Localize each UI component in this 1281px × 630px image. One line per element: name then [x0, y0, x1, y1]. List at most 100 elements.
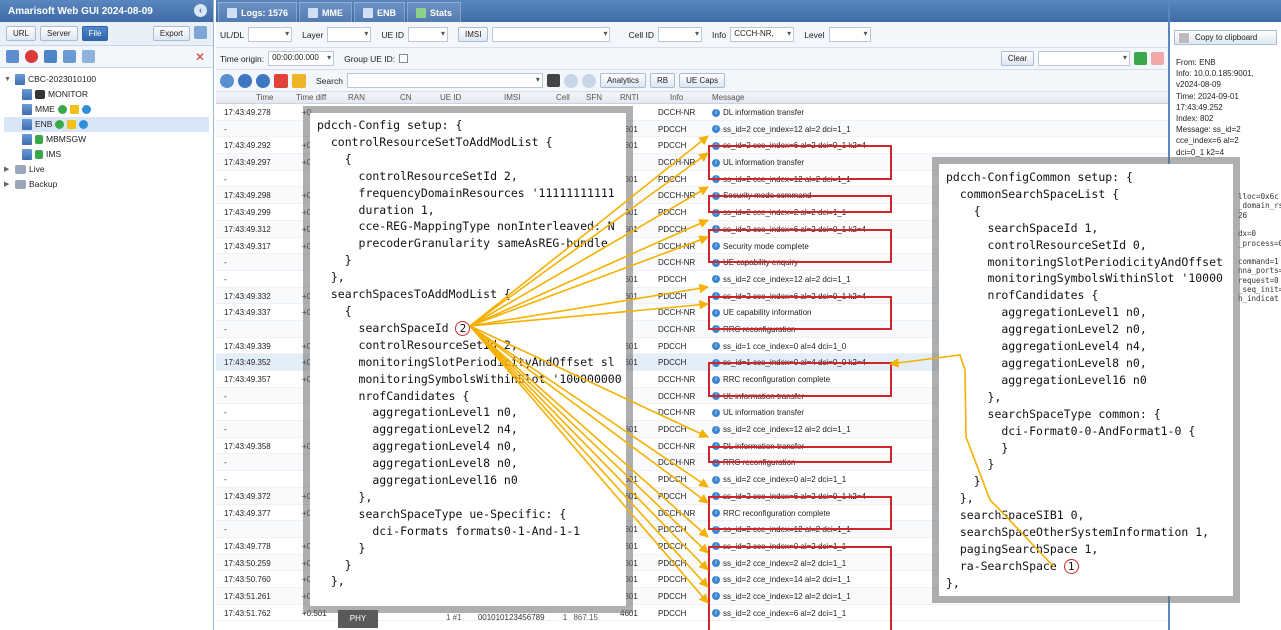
- tree-item-label: MBMSGW: [46, 134, 87, 144]
- info-label: Info: [712, 29, 727, 40]
- col-info[interactable]: Info: [670, 93, 683, 102]
- pdcch-config-common-popup: pdcch-ConfigCommon setup: { commonSearch…: [939, 164, 1233, 596]
- analytics-button[interactable]: Analytics: [599, 73, 646, 88]
- code-line: },: [946, 389, 1233, 406]
- settings-icon[interactable]: [194, 26, 207, 39]
- expand-icon[interactable]: ▶: [4, 162, 12, 177]
- tree-item-live[interactable]: ▶ Live: [4, 162, 209, 177]
- row-info: DCCH-NR: [658, 324, 696, 334]
- info-select[interactable]: CCCH-NR,: [730, 27, 795, 42]
- code-text: searchSpaceType ue-Specific: {: [317, 506, 567, 521]
- tree-item-mbmsgw[interactable]: MBMSGW: [4, 132, 209, 147]
- prev-icon[interactable]: [238, 73, 252, 88]
- col-rnti[interactable]: RNTI: [620, 93, 639, 102]
- col-imsi[interactable]: IMSI: [504, 93, 520, 102]
- time-origin-label: Time origin:: [220, 53, 265, 64]
- uecaps-button[interactable]: UE Caps: [679, 73, 726, 88]
- row-message-text: ss_id=2 cce_index=12 al=2 dci=1_1: [723, 425, 851, 435]
- highlight-box: [708, 295, 892, 330]
- delete-icon[interactable]: ✕: [195, 50, 205, 64]
- stop-icon[interactable]: [25, 50, 38, 63]
- level-select[interactable]: [828, 27, 871, 42]
- clock-icon[interactable]: [220, 73, 234, 88]
- highlight-box: [708, 195, 892, 213]
- clear-button[interactable]: Clear: [1000, 51, 1034, 66]
- code-line: aggregationLevel4 n4,: [946, 338, 1233, 355]
- warning-icon[interactable]: [292, 73, 306, 88]
- tab-bar: Logs: 1576 MME ENB Stats: [216, 0, 1168, 22]
- search-next-icon[interactable]: [581, 73, 596, 88]
- uldl-select[interactable]: [248, 27, 293, 42]
- cellid-select[interactable]: [658, 27, 702, 42]
- error-icon[interactable]: [274, 73, 288, 88]
- highlight-box: [708, 362, 892, 397]
- rb-button[interactable]: RB: [649, 73, 676, 88]
- row-time: -: [224, 525, 227, 535]
- log-toolbar: Search Analytics RB UE Caps: [216, 70, 1168, 92]
- group-ueid-checkbox[interactable]: [399, 54, 409, 63]
- expand-icon[interactable]: ▶: [4, 177, 12, 192]
- play-icon[interactable]: [81, 105, 91, 114]
- col-cell[interactable]: Cell: [556, 93, 570, 102]
- search-input[interactable]: [346, 73, 543, 88]
- code-line: },: [317, 573, 618, 590]
- url-button[interactable]: URL: [6, 26, 37, 41]
- tab-stats[interactable]: Stats: [407, 2, 462, 22]
- row-time: 17:43:49.298: [224, 191, 271, 201]
- code-line: aggregationLevel2 n0,: [946, 321, 1233, 338]
- code-text: controlResourceSetId 2,: [317, 337, 518, 352]
- row-info: DCCH-NR: [658, 158, 696, 168]
- col-message[interactable]: Message: [712, 93, 744, 102]
- share-icon[interactable]: [82, 50, 95, 63]
- col-cn[interactable]: CN: [400, 93, 412, 102]
- copy-icon[interactable]: [63, 50, 76, 63]
- collapse-panel-icon[interactable]: ‹: [194, 4, 207, 17]
- copy-clipboard-button[interactable]: Copy to clipboard: [1174, 30, 1277, 45]
- tab-mme[interactable]: MME: [299, 2, 353, 22]
- highlight-box: [708, 546, 892, 630]
- imsi-button[interactable]: IMSI: [458, 27, 489, 42]
- preset-select[interactable]: [1038, 51, 1130, 66]
- col-ran[interactable]: RAN: [348, 93, 365, 102]
- tree-item-ims[interactable]: IMS: [4, 147, 209, 162]
- row-time: 17:43:49.278: [224, 108, 271, 117]
- code-text: dci-Formats formats0-1-And-1-1: [317, 523, 581, 538]
- search-prev-icon[interactable]: [563, 73, 578, 88]
- export-button[interactable]: Export: [152, 26, 190, 41]
- time-origin-input[interactable]: 00:00:00.000: [268, 51, 335, 66]
- edit-icon[interactable]: [6, 50, 19, 63]
- remove-icon[interactable]: [1151, 52, 1164, 65]
- col-time[interactable]: Time: [256, 93, 273, 102]
- row-info: PDCCH: [658, 341, 687, 351]
- tree-item-cbc[interactable]: ▼ CBC-2023010100: [4, 72, 209, 87]
- tree-item-mme[interactable]: MME: [4, 102, 209, 117]
- analytics-label: Analytics: [606, 76, 639, 85]
- collapse-icon[interactable]: ▼: [4, 72, 12, 87]
- layer-select[interactable]: [327, 27, 372, 42]
- monitor-icon: [35, 90, 45, 99]
- tree-item-enb[interactable]: ENB: [4, 117, 209, 132]
- row-time: 17:43:50.760: [224, 575, 271, 585]
- server-button[interactable]: Server: [40, 26, 78, 41]
- next-icon[interactable]: [256, 73, 270, 88]
- tab-label: ENB: [377, 7, 397, 18]
- tree-item-backup[interactable]: ▶ Backup: [4, 177, 209, 192]
- tab-enb[interactable]: ENB: [354, 2, 406, 22]
- add-icon[interactable]: [1134, 52, 1147, 65]
- col-time-diff[interactable]: Time diff: [296, 93, 326, 102]
- pdcch-config-popup: pdcch-Config setup: { controlResourceSet…: [310, 113, 626, 606]
- row-info: PDCCH: [658, 208, 687, 218]
- tree-item-monitor[interactable]: MONITOR: [4, 87, 209, 102]
- code-line: controlResourceSetId 2,: [317, 168, 618, 185]
- tab-logs[interactable]: Logs: 1576: [218, 2, 298, 22]
- col-ueid[interactable]: UE ID: [440, 93, 461, 102]
- play-icon[interactable]: [79, 120, 89, 129]
- imsi-select[interactable]: [492, 27, 611, 42]
- file-button[interactable]: File: [81, 26, 109, 41]
- ueid-select[interactable]: [408, 27, 449, 42]
- code-line: monitoringSymbolsWithinSlot '100000000: [317, 371, 622, 388]
- refresh-icon[interactable]: [44, 50, 57, 63]
- col-sfn[interactable]: SFN: [586, 93, 602, 102]
- binoculars-icon[interactable]: [546, 74, 560, 87]
- phy-tab[interactable]: PHY: [338, 610, 378, 628]
